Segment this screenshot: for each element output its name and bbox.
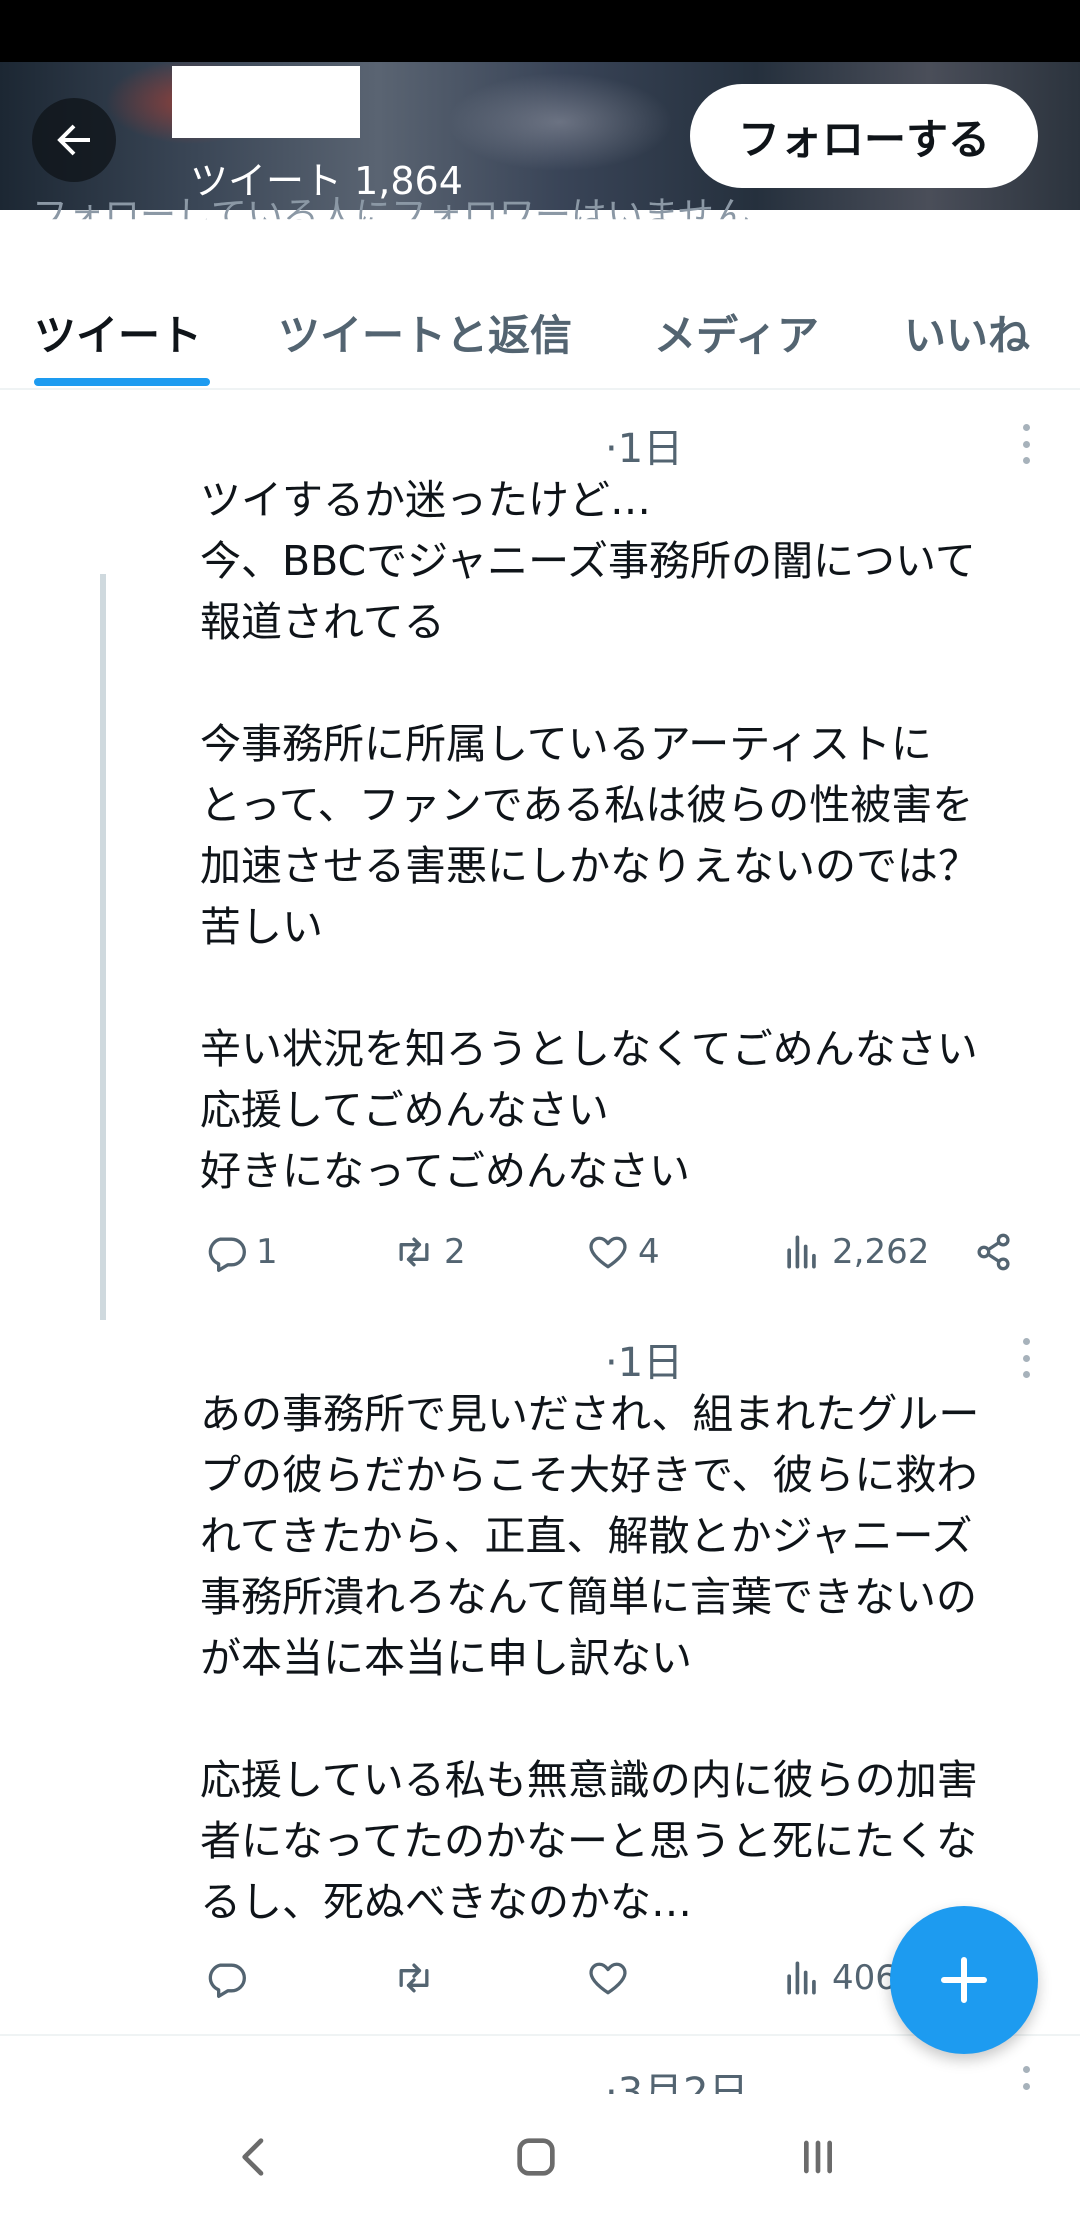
tab-likes[interactable]: いいね: [904, 302, 1030, 363]
followers-note: フォローしている人にフォロワーはいません: [32, 196, 750, 236]
reply-button[interactable]: [204, 1950, 248, 2006]
tweet-actions: 1 2 4 2,262: [0, 1224, 1080, 1280]
heart-icon: [589, 1236, 627, 1269]
retweet-button[interactable]: 2: [392, 1224, 466, 1280]
tweet-time[interactable]: ·1日: [605, 416, 683, 474]
nav-recents-button[interactable]: [778, 2122, 858, 2192]
retweet-button[interactable]: [392, 1950, 436, 2006]
redacted-username: [172, 66, 360, 138]
tweet[interactable]: ·1日 ツイするか迷ったけど… 今、BBCでジャニーズ事務所の闇について 報道さ…: [0, 392, 1080, 1320]
retweet-icon: [399, 1963, 429, 1993]
view-count: 2,262: [832, 1232, 930, 1272]
thread-line: [100, 574, 106, 1320]
views-button[interactable]: 2,262: [780, 1224, 929, 1280]
reply-button[interactable]: 1: [204, 1224, 278, 1280]
analytics-icon: [787, 1961, 816, 1995]
tab-tweets-and-replies[interactable]: ツイートと返信: [278, 302, 572, 363]
compose-tweet-button[interactable]: [890, 1906, 1038, 2054]
arrow-left-icon: [57, 124, 90, 156]
back-button[interactable]: [32, 98, 116, 182]
share-icon: [977, 1233, 1010, 1271]
tweet-time[interactable]: ·1日: [605, 1330, 683, 1388]
views-button[interactable]: 406: [780, 1950, 897, 2006]
profile-banner: ツイート 1,864 フォローする: [0, 62, 1080, 210]
retweet-count: 2: [444, 1232, 466, 1272]
more-options-icon[interactable]: [1016, 424, 1036, 464]
view-count: 406: [832, 1958, 897, 1998]
tweet-text: あの事務所で見いだされ、組まれたグルー プの彼らだからこそ大好きで、彼らに救わ …: [200, 1390, 980, 1926]
reply-icon: [208, 1237, 246, 1272]
tweet-time[interactable]: ·3月2日: [605, 2060, 749, 2094]
nav-back-button[interactable]: [214, 2122, 294, 2192]
system-nav-bar: [0, 2094, 1080, 2220]
tweet-text: ツイするか迷ったけど… 今、BBCでジャニーズ事務所の闇について 報道されてる …: [200, 476, 979, 1195]
tweet[interactable]: ·3月2日: [0, 2036, 1080, 2094]
reply-count: 1: [256, 1232, 278, 1272]
analytics-icon: [787, 1235, 816, 1269]
retweet-icon: [399, 1237, 429, 1267]
plus-icon: [941, 1957, 987, 2003]
reply-icon: [208, 1963, 246, 1998]
like-button[interactable]: [586, 1950, 630, 2006]
tab-media[interactable]: メディア: [654, 302, 819, 363]
home-square-icon: [517, 2138, 555, 2176]
status-bar: [0, 0, 1080, 62]
like-button[interactable]: 4: [586, 1224, 660, 1280]
profile-tabs: ツイート ツイートと返信 メディア いいね: [0, 262, 1080, 390]
recents-icon: [804, 2140, 832, 2174]
more-options-icon[interactable]: [1016, 1338, 1036, 1378]
active-tab-indicator: [34, 378, 210, 386]
screen: ツイート 1,864 フォローする フォローしている人にフォロワーはいません ツ…: [0, 0, 1080, 2220]
nav-home-button[interactable]: [496, 2122, 576, 2192]
follow-button[interactable]: フォローする: [690, 84, 1038, 188]
more-options-icon[interactable]: [1016, 2066, 1036, 2094]
chevron-left-icon: [242, 2138, 264, 2176]
like-count: 4: [638, 1232, 660, 1272]
heart-icon: [589, 1962, 627, 1995]
tab-tweets[interactable]: ツイート: [34, 302, 202, 363]
share-button[interactable]: [972, 1224, 1016, 1280]
